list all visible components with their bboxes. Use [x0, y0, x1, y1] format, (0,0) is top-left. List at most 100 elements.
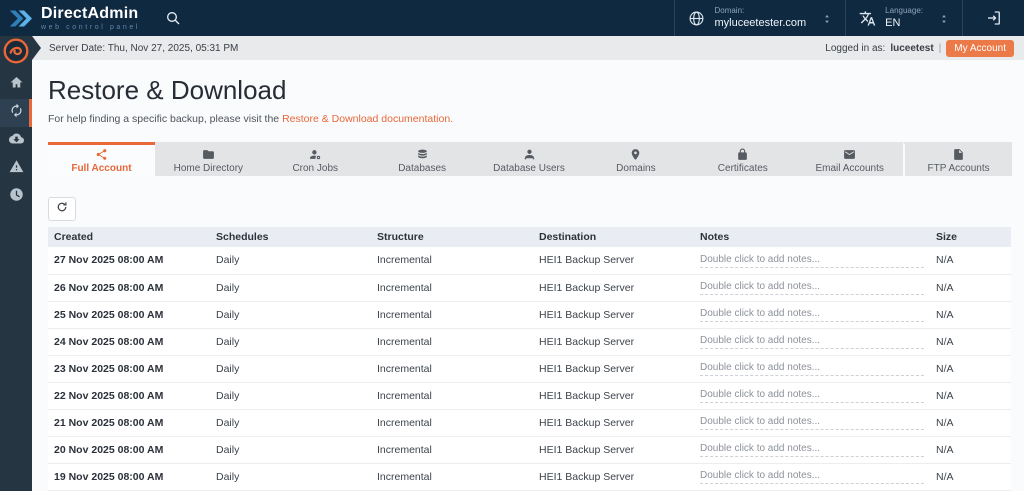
- help-prefix: For help finding a specific backup, plea…: [48, 113, 280, 125]
- notes-editable-field[interactable]: Double click to add notes...: [700, 362, 924, 376]
- translate-icon: [859, 10, 876, 27]
- cell-structure: Incremental: [371, 355, 533, 383]
- cell-size: N/A: [930, 328, 1011, 356]
- logged-in-label: Logged in as:: [825, 42, 886, 54]
- cell-destination: HEI1 Backup Server: [533, 328, 694, 356]
- tab-label: FTP Accounts: [927, 162, 990, 174]
- cell-notes: Double click to add notes...: [694, 301, 930, 329]
- cell-size: N/A: [930, 463, 1011, 491]
- notes-editable-field[interactable]: Double click to add notes...: [700, 254, 924, 268]
- sidebar-item-warnings[interactable]: [0, 155, 32, 183]
- table-row: 21 Nov 2025 08:00 AM Daily Incremental HEI1…: [48, 409, 1011, 437]
- tab-database-users[interactable]: Database Users: [475, 142, 583, 176]
- column-header-schedules: Schedules: [210, 227, 371, 247]
- language-label: Language:: [885, 6, 923, 16]
- domain-value: myluceetester.com: [714, 16, 807, 29]
- server-date: Server Date: Thu, Nov 27, 2025, 05:31 PM: [49, 42, 239, 54]
- tab-label: Email Accounts: [815, 162, 884, 174]
- cell-destination: HEI1 Backup Server: [533, 301, 694, 329]
- column-header-destination: Destination: [533, 227, 694, 247]
- table-body: 27 Nov 2025 08:00 AM Daily Incremental HEI1…: [48, 247, 1011, 491]
- page-title: Restore & Download: [48, 75, 287, 105]
- refresh-button[interactable]: [48, 197, 76, 221]
- cell-destination: HEI1 Backup Server: [533, 274, 694, 302]
- tab-home-directory[interactable]: Home Directory: [154, 142, 262, 176]
- table-row: 26 Nov 2025 08:00 AM Daily Incremental HEI1…: [48, 274, 1011, 302]
- sidebar-item-restore[interactable]: [0, 99, 32, 127]
- cell-destination: HEI1 Backup Server: [533, 382, 694, 410]
- cell-notes: Double click to add notes...: [694, 409, 930, 437]
- cell-schedules: Daily: [210, 463, 371, 491]
- logout-button[interactable]: [962, 0, 1024, 36]
- cell-size: N/A: [930, 274, 1011, 302]
- cell-notes: Double click to add notes...: [694, 355, 930, 383]
- cell-size: N/A: [930, 301, 1011, 329]
- notes-editable-field[interactable]: Double click to add notes...: [700, 443, 924, 457]
- user-gear-icon: [309, 148, 322, 161]
- main-content: Restore & Download For help finding a sp…: [32, 60, 1024, 491]
- cell-schedules: Daily: [210, 274, 371, 302]
- chevron-updown-icon: [939, 12, 949, 24]
- file-icon: [952, 148, 965, 161]
- sidebar-arrow-shape: [32, 36, 41, 60]
- cloud-download-icon: [8, 131, 24, 151]
- logout-icon: [985, 9, 1003, 27]
- tab-label: Databases: [398, 162, 447, 174]
- table-row: 23 Nov 2025 08:00 AM Daily Incremental HEI1…: [48, 355, 1011, 383]
- tab-certificates[interactable]: Certificates: [689, 142, 797, 176]
- search-icon[interactable]: [165, 10, 181, 26]
- sidebar-item-downloads[interactable]: [0, 127, 32, 155]
- cell-schedules: Daily: [210, 436, 371, 464]
- tab-ftp-accounts[interactable]: FTP Accounts: [903, 142, 1013, 176]
- envelope-icon: [843, 148, 856, 161]
- cell-structure: Incremental: [371, 382, 533, 410]
- cell-size: N/A: [930, 247, 1011, 275]
- cell-structure: Incremental: [371, 328, 533, 356]
- notes-editable-field[interactable]: Double click to add notes...: [700, 281, 924, 295]
- tab-email-accounts[interactable]: Email Accounts: [796, 142, 904, 176]
- backups-table: Created Schedules Structure Destination Note…: [48, 227, 1011, 491]
- notes-editable-field[interactable]: Double click to add notes...: [700, 416, 924, 430]
- chevron-updown-icon: [822, 12, 832, 24]
- backup-type-tabs: Full Account Home Directory Cron Jobs Datab…: [48, 142, 1013, 176]
- domain-label: Domain:: [714, 6, 745, 16]
- cell-created: 24 Nov 2025 08:00 AM: [48, 328, 210, 356]
- cell-notes: Double click to add notes...: [694, 328, 930, 356]
- cell-size: N/A: [930, 355, 1011, 383]
- cell-created: 27 Nov 2025 08:00 AM: [48, 247, 210, 275]
- language-selector[interactable]: Language: EN: [845, 0, 962, 36]
- tab-databases[interactable]: Databases: [368, 142, 476, 176]
- cell-destination: HEI1 Backup Server: [533, 436, 694, 464]
- cell-created: 23 Nov 2025 08:00 AM: [48, 355, 210, 383]
- table-row: 25 Nov 2025 08:00 AM Daily Incremental HEI1…: [48, 301, 1011, 329]
- directadmin-logo[interactable]: DirectAdmin web control panel: [9, 5, 141, 31]
- brand-tagline: web control panel: [41, 23, 141, 31]
- cell-size: N/A: [930, 436, 1011, 464]
- cell-size: N/A: [930, 382, 1011, 410]
- cell-notes: Double click to add notes...: [694, 382, 930, 410]
- cell-schedules: Daily: [210, 328, 371, 356]
- tab-label: Full Account: [71, 162, 132, 174]
- cell-structure: Incremental: [371, 463, 533, 491]
- cell-notes: Double click to add notes...: [694, 463, 930, 491]
- my-account-button[interactable]: My Account: [946, 39, 1014, 57]
- notes-editable-field[interactable]: Double click to add notes...: [700, 470, 924, 484]
- tab-domains[interactable]: Domains: [582, 142, 690, 176]
- tab-label: Database Users: [493, 162, 565, 174]
- tab-full-account[interactable]: Full Account: [48, 142, 155, 176]
- notes-editable-field[interactable]: Double click to add notes...: [700, 308, 924, 322]
- server-bar: Server Date: Thu, Nov 27, 2025, 05:31 PM…: [32, 36, 1024, 60]
- logged-in-username: luceetest: [890, 42, 934, 54]
- lucee-logo[interactable]: [3, 38, 29, 64]
- lock-icon: [736, 148, 749, 161]
- tab-cron-jobs[interactable]: Cron Jobs: [261, 142, 369, 176]
- sidebar-item-home[interactable]: [0, 71, 32, 99]
- domain-selector[interactable]: Domain: myluceetester.com: [674, 0, 845, 36]
- sidebar-item-history[interactable]: [0, 183, 32, 211]
- documentation-link[interactable]: Restore & Download documentation.: [282, 113, 453, 125]
- cell-created: 22 Nov 2025 08:00 AM: [48, 382, 210, 410]
- share-nodes-icon: [95, 148, 108, 161]
- notes-editable-field[interactable]: Double click to add notes...: [700, 389, 924, 403]
- sync-icon: [9, 103, 24, 123]
- notes-editable-field[interactable]: Double click to add notes...: [700, 335, 924, 349]
